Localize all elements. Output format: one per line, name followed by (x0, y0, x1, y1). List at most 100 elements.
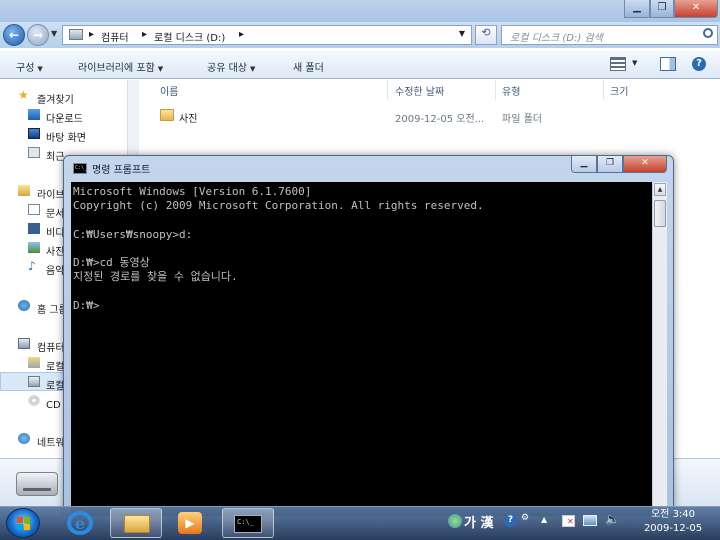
command-prompt-icon: C:\_ (73, 163, 87, 174)
console-output[interactable]: Microsoft Windows [Version 6.1.7600] Copy… (71, 182, 652, 516)
scroll-up-icon[interactable]: ▲ (654, 183, 666, 196)
recent-places-icon (28, 147, 40, 158)
nav-pictures[interactable]: 사진 (46, 243, 64, 258)
taskbar-windows-explorer[interactable] (110, 508, 162, 538)
file-size (610, 110, 613, 121)
cmd-close-button[interactable]: ✕ (623, 156, 667, 173)
back-button[interactable]: ← (3, 24, 25, 46)
column-separator[interactable] (387, 80, 388, 100)
file-row[interactable]: 사진 2009-12-05 오전... 파일 폴더 (150, 104, 550, 126)
forward-button[interactable]: → (27, 24, 49, 46)
nav-recent[interactable]: 최근 위치 (46, 148, 64, 163)
cmd-maximize-button[interactable]: ❐ (597, 156, 623, 173)
local-disk-d-icon (28, 376, 40, 387)
column-separator[interactable] (495, 80, 496, 100)
command-prompt-window: C:\_ 명령 프롬프트 ▁ ❐ ✕ Microsoft Windows [Ve… (63, 155, 674, 516)
computer-icon (18, 338, 30, 349)
breadcrumb-separator-icon[interactable]: ▸ (89, 29, 94, 40)
nav-music[interactable]: 음악 (46, 262, 64, 277)
nav-network[interactable]: 네트워크 (37, 434, 64, 449)
preview-pane-icon[interactable] (660, 57, 676, 71)
close-button[interactable]: ✕ (674, 0, 718, 18)
refresh-button[interactable]: ⟲ (475, 25, 497, 45)
scroll-thumb[interactable] (654, 200, 666, 227)
address-field[interactable]: ▸ 컴퓨터 ▸ 로컬 디스크 (D:) ▸ ▼ (62, 25, 472, 45)
nav-libraries[interactable]: 라이브러리 (37, 186, 64, 201)
star-icon: ★ (18, 88, 29, 102)
ime-help-icon[interactable]: ? (504, 514, 517, 527)
console-line: 지정된 경로를 찾을 수 없습니다. (73, 270, 238, 284)
column-name[interactable]: 이름 (160, 83, 178, 98)
taskbar-command-prompt[interactable]: C:\_ (222, 508, 274, 538)
taskbar-media-player[interactable]: ▶ (165, 508, 217, 538)
organize-button[interactable]: 구성 ▼ (16, 59, 43, 74)
cmd-minimize-button[interactable]: ▁ (571, 156, 597, 173)
taskbar-internet-explorer[interactable]: e (55, 508, 107, 538)
recent-pages-dropdown[interactable]: ▼ (51, 29, 57, 38)
back-arrow-icon: ← (8, 28, 20, 42)
language-bar-icon[interactable] (448, 514, 462, 528)
cd-drive-icon (28, 395, 40, 406)
start-button[interactable] (6, 508, 40, 538)
help-icon[interactable]: ? (692, 57, 706, 71)
nav-homegroup[interactable]: 홈 그룹 (37, 301, 64, 316)
console-line: D:₩>cd 동영상 (73, 256, 150, 270)
nav-desktop[interactable]: 바탕 화면 (46, 129, 86, 144)
file-modified: 2009-12-05 오전... (395, 114, 485, 125)
internet-explorer-icon: e (67, 511, 93, 535)
search-input[interactable]: 로컬 디스크 (D:) 검색 (501, 25, 718, 45)
nav-local-disk-c[interactable]: 로컬 디스크 (C:) (46, 358, 64, 373)
new-folder-button[interactable]: 새 폴더 (293, 59, 324, 74)
address-dropdown-icon[interactable]: ▼ (459, 29, 465, 38)
libraries-icon (18, 185, 30, 196)
downloads-icon (28, 109, 40, 120)
pictures-icon (28, 242, 40, 253)
column-size[interactable]: 크기 (610, 83, 628, 98)
nav-favorites[interactable]: 즐겨찾기 (37, 91, 74, 106)
show-hidden-icons-icon[interactable]: ▲ (541, 515, 547, 524)
search-icon (703, 28, 713, 38)
nav-computer[interactable]: 컴퓨터 (37, 339, 64, 354)
search-placeholder: 로컬 디스크 (D:) 검색 (510, 33, 603, 44)
column-modified[interactable]: 수정한 날짜 (395, 83, 444, 98)
nav-documents[interactable]: 문서 (46, 205, 64, 220)
share-with-button[interactable]: 공유 대상 ▼ (207, 59, 255, 74)
nav-videos[interactable]: 비디오 (46, 224, 64, 239)
ime-mode-indicator[interactable]: 가 漢 (464, 512, 494, 531)
column-separator[interactable] (603, 80, 604, 100)
network-status-icon[interactable] (583, 515, 597, 526)
console-line: Copyright (c) 2009 Microsoft Corporation… (73, 199, 484, 213)
explorer-titlebar[interactable] (0, 0, 720, 22)
view-dropdown-icon[interactable]: ▼ (632, 59, 637, 67)
windows-explorer-icon (124, 515, 150, 533)
volume-icon[interactable]: 🔈 (605, 512, 620, 526)
command-prompt-title: 명령 프롬프트 (92, 165, 151, 176)
change-view-icon[interactable] (610, 57, 626, 71)
command-bar: 구성 ▼ 라이브러리에 포함 ▼ 공유 대상 ▼ 새 폴더 ▼ ? (0, 50, 720, 79)
network-icon (18, 433, 30, 444)
clock[interactable]: 오전 3:40 2009-12-05 (628, 508, 718, 536)
file-type: 파일 폴더 (502, 114, 542, 125)
action-center-flag-icon[interactable]: ✕ (562, 515, 575, 527)
breadcrumb-separator-icon[interactable]: ▸ (239, 29, 244, 40)
nav-downloads[interactable]: 다운로드 (46, 110, 83, 125)
minimize-button[interactable]: ▁ (624, 0, 650, 18)
include-in-library-button[interactable]: 라이브러리에 포함 ▼ (78, 59, 163, 74)
nav-cd-drive[interactable]: CD 드라이브 (46, 396, 64, 411)
media-player-icon: ▶ (178, 512, 202, 534)
ime-options-icon[interactable]: ⚙ (521, 513, 529, 523)
console-line: Microsoft Windows [Version 6.1.7600] (73, 185, 312, 198)
nav-local-disk-d[interactable]: 로컬 디스크 (D:) (46, 377, 64, 392)
include-in-library-label: 라이브러리에 포함 (78, 63, 155, 74)
clock-time: 오전 3:40 (628, 508, 718, 522)
maximize-button[interactable]: ❐ (650, 0, 674, 18)
breadcrumb-computer[interactable]: 컴퓨터 (101, 29, 129, 44)
breadcrumb-drive-d[interactable]: 로컬 디스크 (D:) (154, 29, 225, 44)
breadcrumb-separator-icon[interactable]: ▸ (142, 29, 147, 40)
console-scrollbar[interactable]: ▲ (652, 182, 667, 516)
column-type[interactable]: 유형 (502, 83, 520, 98)
clock-period: 오전 (650, 509, 670, 520)
clock-date: 2009-12-05 (643, 523, 703, 534)
